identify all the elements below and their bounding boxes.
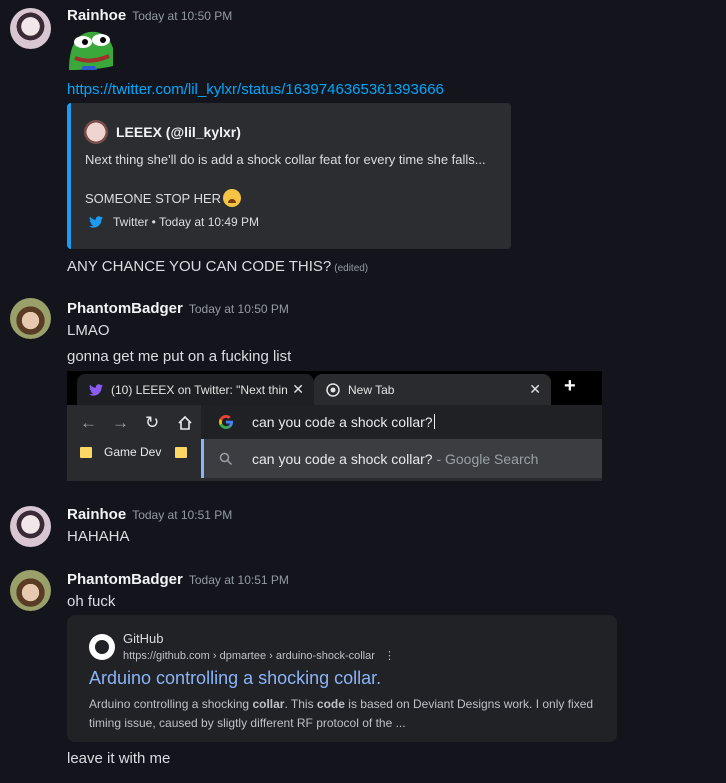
username-text[interactable]: Rainhoe	[67, 506, 126, 523]
message-text: ANY CHANCE YOU CAN CODE THIS? (edited)	[67, 258, 368, 275]
username-text[interactable]: PhantomBadger	[67, 571, 183, 588]
folder-icon	[175, 446, 188, 458]
tab-title: New Tab	[348, 382, 395, 397]
snippet-bold: code	[316, 697, 345, 711]
username[interactable]: Rainhoe Today at 10:50 PM	[67, 7, 232, 24]
browser-screenshot-image[interactable]: (10) LEEEX on Twitter: "Next thing ✕ New…	[67, 371, 602, 481]
bookmarks-bar: Game Dev	[80, 445, 199, 459]
timestamp: Today at 10:50 PM	[132, 9, 233, 23]
twitter-tab-icon	[89, 383, 103, 396]
address-bar-text: can you code a shock collar?	[252, 414, 435, 430]
snippet-text: . This	[284, 697, 317, 711]
twitter-bird-icon	[89, 216, 103, 228]
plus-icon: +	[564, 375, 576, 397]
avatar[interactable]	[10, 570, 51, 611]
suggestion-suffix: - Google Search	[432, 451, 539, 467]
browser-tab-bar: (10) LEEEX on Twitter: "Next thing ✕ New…	[67, 371, 602, 405]
edited-label: (edited)	[334, 263, 369, 274]
message-text-line: gonna get me put on a fucking list	[67, 348, 292, 365]
embed-footer: Twitter • Today at 10:49 PM	[89, 215, 259, 229]
address-bar: can you code a shock collar?	[201, 405, 602, 439]
close-icon: ✕	[288, 381, 304, 398]
search-suggestion: can you code a shock collar? - Google Se…	[201, 439, 602, 478]
forward-arrow-icon: →	[112, 413, 129, 432]
timestamp: Today at 10:51 PM	[132, 508, 233, 522]
timestamp: Today at 10:51 PM	[188, 573, 289, 587]
tweet-link[interactable]: https://twitter.com/lil_kylxr/status/163…	[67, 81, 444, 98]
bookmark-label: Game Dev	[104, 445, 162, 459]
suggestion-query: can you code a shock collar?	[252, 451, 433, 467]
browser-tab-twitter: (10) LEEEX on Twitter: "Next thing ✕	[77, 374, 314, 405]
timestamp: Today at 10:50 PM	[188, 302, 289, 316]
folder-icon	[80, 446, 92, 458]
back-arrow-icon: ←	[80, 413, 97, 432]
avatar[interactable]	[10, 506, 51, 547]
close-icon: ✕	[529, 381, 541, 397]
embed-author[interactable]: LEEEX (@lil_kylxr)	[84, 120, 241, 144]
result-url: https://github.com › dpmartee › arduino-…	[123, 649, 395, 662]
username[interactable]: PhantomBadger Today at 10:51 PM	[67, 571, 289, 588]
result-url-text: https://github.com › dpmartee › arduino-…	[123, 650, 375, 662]
embed-description: Next thing she'll do is add a shock coll…	[85, 152, 486, 167]
snippet-text: Arduino controlling a shocking	[89, 697, 253, 711]
embed-description-line2: SOMEONE STOP HER	[85, 189, 242, 207]
home-icon	[178, 415, 192, 430]
avatar[interactable]	[10, 8, 51, 49]
text-cursor	[433, 414, 435, 429]
username[interactable]: Rainhoe Today at 10:51 PM	[67, 506, 232, 523]
tired-face-emoji-icon	[223, 189, 242, 207]
github-icon	[89, 634, 115, 660]
reload-icon: ↻	[145, 413, 160, 432]
pepe-emoji	[69, 31, 113, 70]
result-site-name: GitHub	[123, 631, 164, 646]
message-text: leave it with me	[67, 750, 171, 767]
address-bar-query: can you code a shock collar?	[252, 414, 433, 430]
message-text: HAHAHA	[67, 528, 130, 545]
twitter-embed[interactable]: LEEEX (@lil_kylxr) Next thing she'll do …	[67, 103, 511, 249]
google-icon	[219, 415, 233, 429]
embed-author-name[interactable]: LEEEX (@lil_kylxr)	[116, 124, 241, 140]
snippet-bold: collar	[252, 697, 285, 711]
embed-author-avatar	[84, 120, 108, 144]
username[interactable]: PhantomBadger Today at 10:50 PM	[67, 300, 289, 317]
tab-title: (10) LEEEX on Twitter: "Next thing	[111, 382, 295, 397]
result-title: Arduino controlling a shocking collar.	[89, 668, 382, 688]
avatar[interactable]	[10, 298, 51, 339]
search-result-screenshot-image[interactable]: GitHub https://github.com › dpmartee › a…	[67, 615, 617, 742]
chrome-icon	[326, 382, 340, 397]
suggestion-text: can you code a shock collar? - Google Se…	[252, 451, 538, 467]
search-icon	[219, 452, 233, 466]
message-text-line: LMAO	[67, 322, 110, 339]
embed-description-text: SOMEONE STOP HER	[85, 190, 222, 206]
browser-toolbar: ← → ↻ can you code a shock collar? can y…	[67, 405, 602, 481]
more-vertical-icon: ⋮	[383, 650, 395, 662]
username-text[interactable]: Rainhoe	[67, 7, 126, 24]
username-text[interactable]: PhantomBadger	[67, 300, 183, 317]
embed-footer-text: Twitter • Today at 10:49 PM	[113, 215, 260, 229]
result-snippet: Arduino controlling a shocking collar. T…	[89, 695, 599, 733]
message-text: oh fuck	[67, 593, 116, 610]
message-content: ANY CHANCE YOU CAN CODE THIS?	[67, 258, 332, 275]
browser-tab-new: New Tab ✕	[314, 374, 551, 405]
